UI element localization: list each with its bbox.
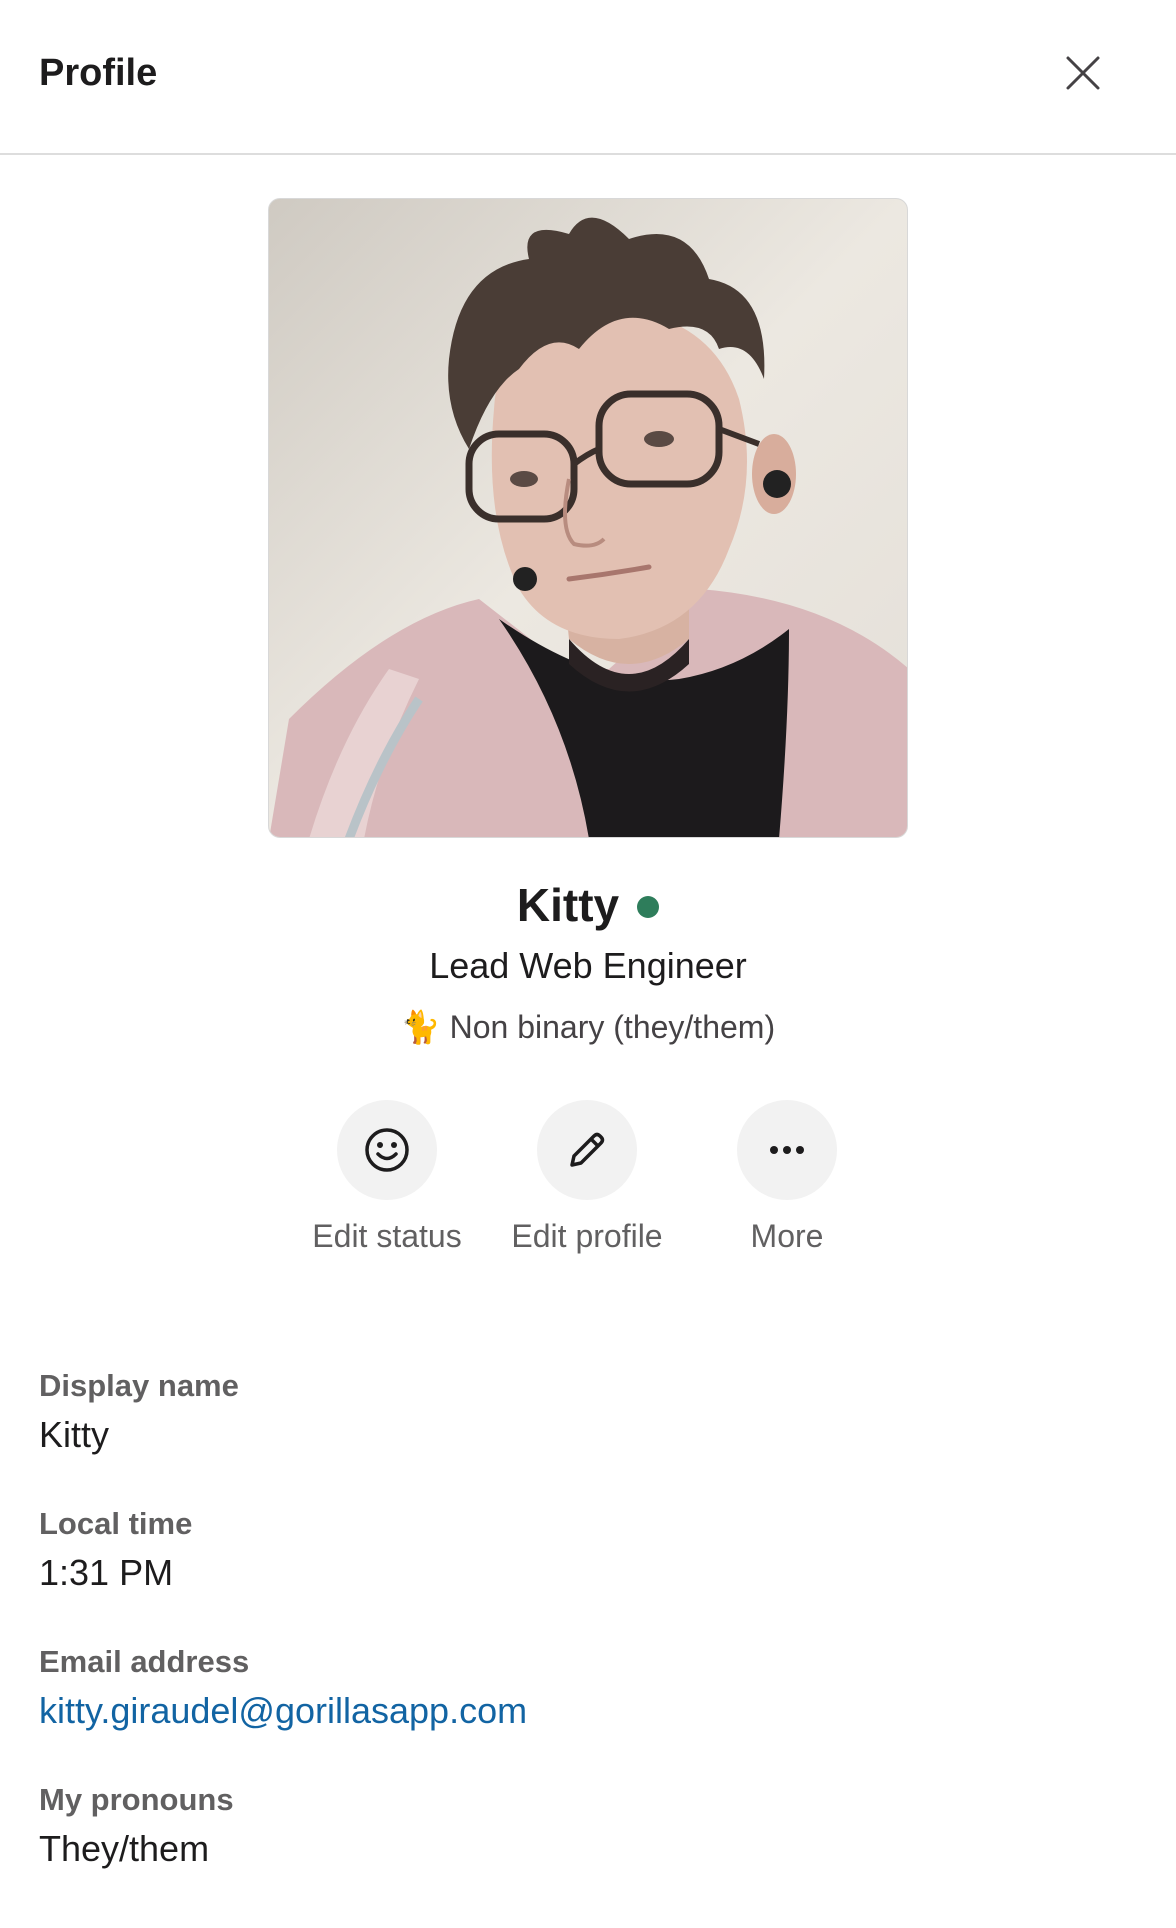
more-circle[interactable]	[737, 1100, 837, 1200]
edit-profile-button[interactable]: Edit profile	[497, 1100, 677, 1255]
field-label: Display name	[39, 1368, 239, 1403]
field-value: 1:31 PM	[39, 1552, 174, 1593]
profile-photo[interactable]	[268, 198, 908, 838]
close-icon	[1066, 56, 1100, 90]
profile-actions: Edit status Edit profile More	[0, 1100, 1176, 1260]
field-pronouns: My pronouns They/them	[39, 1782, 234, 1870]
field-label: Email address	[39, 1644, 250, 1679]
profile-pronoun-status: 🐈 Non binary (they/them)	[0, 1008, 1176, 1046]
more-label: More	[750, 1218, 824, 1254]
profile-header: Profile	[0, 0, 1176, 155]
edit-status-button[interactable]: Edit status	[297, 1100, 477, 1255]
edit-status-label: Edit status	[312, 1218, 462, 1254]
page-title: Profile	[39, 52, 158, 94]
field-value: They/them	[39, 1828, 210, 1869]
field-label: Local time	[39, 1506, 193, 1541]
profile-name: Kitty	[516, 879, 620, 931]
pronoun-status-text: Non binary (they/them)	[449, 1009, 776, 1045]
field-value: Kitty	[39, 1414, 110, 1455]
field-email-address: Email address kitty.giraudel@gorillasapp…	[39, 1644, 527, 1732]
smiley-icon	[365, 1128, 409, 1172]
field-label: My pronouns	[39, 1782, 234, 1817]
field-display-name: Display name Kitty	[39, 1368, 239, 1456]
edit-profile-label: Edit profile	[511, 1218, 663, 1254]
cat-emoji-icon: 🐈	[400, 1009, 441, 1045]
profile-title: Lead Web Engineer	[429, 945, 747, 986]
more-horizontal-icon	[770, 1146, 804, 1154]
close-button[interactable]	[1058, 48, 1108, 98]
edit-profile-circle[interactable]	[537, 1100, 637, 1200]
presence-active-icon	[637, 896, 660, 918]
edit-status-circle[interactable]	[337, 1100, 437, 1200]
more-button[interactable]: More	[697, 1100, 877, 1255]
pencil-icon	[570, 1132, 605, 1167]
field-local-time: Local time 1:31 PM	[39, 1506, 192, 1594]
profile-photo-image	[269, 199, 907, 837]
email-link[interactable]: kitty.giraudel@gorillasapp.com	[39, 1690, 527, 1731]
profile-name-row: Kitty	[0, 878, 1176, 932]
